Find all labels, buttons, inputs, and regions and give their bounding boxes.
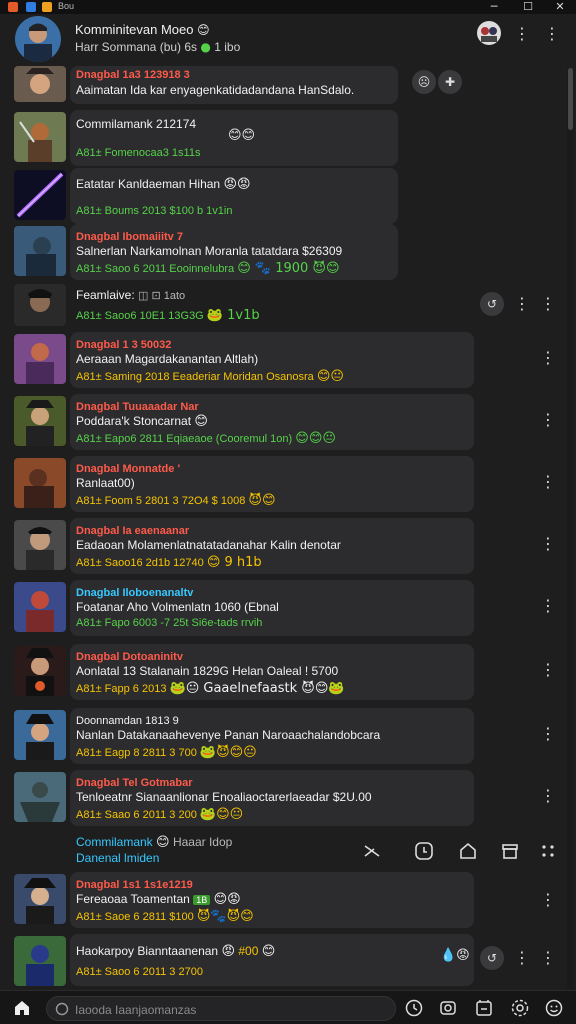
clock-icon[interactable] xyxy=(414,841,434,861)
more-options-icon[interactable]: ⋮ xyxy=(540,536,556,552)
app-icon[interactable] xyxy=(42,2,52,12)
message-thumbnail xyxy=(14,646,66,696)
message-thumbnail xyxy=(14,334,66,384)
message-row[interactable]: Commilamank 212174 A81± Fomenocaa3 1s11s… xyxy=(0,110,576,166)
cut-icon[interactable] xyxy=(362,841,382,861)
message-bubble[interactable]: Dnagbal Tel Gotmabar Tenloeatnr Sianaanl… xyxy=(70,770,474,826)
message-bubble[interactable]: Commilamank 212174 A81± Fomenocaa3 1s11s… xyxy=(70,110,398,166)
message-thumbnail xyxy=(14,284,66,326)
message-thumbnail xyxy=(14,170,66,220)
message-bubble[interactable]: Doonnamdan 1813 9 Nanlan Datakanaaheveny… xyxy=(70,708,474,764)
archive-icon[interactable] xyxy=(500,841,520,861)
message-bubble[interactable]: Dnagbal Monnatde ' Ranlaat00) A81± Foom … xyxy=(70,456,474,512)
message-bubble[interactable]: Dnagbal 1s1 1s1e1219 Fereaoaa Toamentan … xyxy=(70,872,474,928)
message-bubble[interactable]: Dnagbal Iloboenanaltv Foatanar Aho Volme… xyxy=(70,580,474,636)
message-thumbnail xyxy=(14,112,66,162)
message-row[interactable]: Dnagbal 1a3 123918 3 Aaimatan Ida kar en… xyxy=(0,66,576,106)
bottom-bar: Iaooda Iaanjaomanzas xyxy=(0,990,576,1024)
message-row[interactable]: Dnagbal Ia eaenaanar Eadaoan Molamenlatn… xyxy=(0,518,576,574)
message-bubble[interactable]: Dnagbal 1a3 123918 3 Aaimatan Ida kar en… xyxy=(70,66,398,104)
minimize-icon[interactable]: ─ xyxy=(482,0,506,14)
message-row[interactable]: Dnagbal 1 3 50032 Aeraaan Magardakananta… xyxy=(0,332,576,388)
toolbar-subtitle: Danenal lmiden xyxy=(76,851,160,865)
more-options-icon[interactable]: ⋮ xyxy=(540,892,556,908)
message-thumbnail xyxy=(14,710,66,760)
camera-icon[interactable] xyxy=(438,998,458,1018)
message-row[interactable]: Doonnamdan 1813 9 Nanlan Datakanaaheveny… xyxy=(0,708,576,764)
more-options-icon[interactable]: ⋮ xyxy=(540,598,556,614)
scrollbar-thumb[interactable] xyxy=(568,68,573,130)
more-options-icon[interactable]: ⋮ xyxy=(514,950,530,966)
message-bubble[interactable]: Dnagbal Ia eaenaanar Eadaoan Molamenlatn… xyxy=(70,518,474,574)
message-thumbnail xyxy=(14,520,66,570)
more-options-icon[interactable]: ⋮ xyxy=(540,474,556,490)
emoji-reaction[interactable]: 😊😊 xyxy=(228,128,255,143)
more-options-icon[interactable]: ⋮ xyxy=(514,26,530,42)
avatar[interactable] xyxy=(15,16,61,62)
chat-subtitle: Harr Sommana (bu) 6s ● 1 ibo xyxy=(75,40,241,54)
menu-icon[interactable]: ⋮ xyxy=(544,26,560,42)
chat-title: Komminitevan Moeo 😊 xyxy=(75,22,210,37)
more-options-icon[interactable]: ⋮ xyxy=(540,350,556,366)
message-row[interactable]: Dnagbal Iloboenanaltv Foatanar Aho Volme… xyxy=(0,580,576,636)
menu-icon[interactable]: ⋮ xyxy=(540,950,556,966)
emoji-reaction[interactable]: 💧😡 xyxy=(440,948,470,963)
message-thumbnail xyxy=(14,874,66,924)
app-icon[interactable] xyxy=(26,2,36,12)
message-bubble[interactable]: Dnagbal Ibomaiiitv 7 Salnerlan Narkamoln… xyxy=(70,224,398,280)
message-row[interactable]: Dnagbal Monnatde ' Ranlaat00) A81± Foom … xyxy=(0,456,576,512)
message-row[interactable]: Dnagbal Tuuaaadar Nar Poddara'k Stoncarn… xyxy=(0,394,576,450)
app-icon[interactable] xyxy=(8,2,18,12)
message-thumbnail xyxy=(14,458,66,508)
maximize-icon[interactable]: ☐ xyxy=(516,0,540,14)
emoji-icon[interactable] xyxy=(544,998,564,1018)
more-options-icon[interactable]: ⋮ xyxy=(540,726,556,742)
message-bubble[interactable]: Dnagbal Dotoaninitv Aonlatal 13 Stalanai… xyxy=(70,644,474,700)
message-thumbnail xyxy=(14,582,66,632)
message-thumbnail xyxy=(14,396,66,446)
group-avatar-icon[interactable] xyxy=(476,20,502,46)
more-options-icon[interactable]: ⋮ xyxy=(540,662,556,678)
message-bubble[interactable]: Dnagbal Tuuaaadar Nar Poddara'k Stoncarn… xyxy=(70,394,474,450)
message-thumbnail xyxy=(14,936,66,986)
reply-icon[interactable]: ↺ xyxy=(480,292,504,316)
message-bubble[interactable]: Dnagbal 1 3 50032 Aeraaan Magardakananta… xyxy=(70,332,474,388)
chat-header: Komminitevan Moeo 😊 Harr Sommana (bu) 6s… xyxy=(0,14,576,66)
search-icon xyxy=(55,1002,69,1016)
message-row[interactable]: Eatatar Kanldaeman Hihan 😡😡 A81± Boums 2… xyxy=(0,168,576,224)
more-options-icon[interactable]: ⋮ xyxy=(540,412,556,428)
reply-icon[interactable]: ↺ xyxy=(480,946,504,970)
message-thumbnail xyxy=(14,226,66,276)
message-bubble[interactable]: Eatatar Kanldaeman Hihan 😡😡 A81± Boums 2… xyxy=(70,168,398,224)
message-row[interactable]: Dnagbal Dotoaninitv Aonlatal 13 Stalanai… xyxy=(0,644,576,700)
reaction-icon[interactable]: ☹ xyxy=(412,70,436,94)
clock-icon[interactable] xyxy=(404,998,424,1018)
action-toolbar: Commilamank 😊 Haaar Idop Danenal lmiden xyxy=(0,831,576,871)
menu-icon[interactable]: ⋮ xyxy=(540,296,556,312)
message-row[interactable]: Dnagbal 1s1 1s1e1219 Fereaoaa Toamentan … xyxy=(0,872,576,930)
message-row[interactable]: Dnagbal Tel Gotmabar Tenloeatnr Sianaanl… xyxy=(0,770,576,826)
home-icon[interactable] xyxy=(12,998,32,1018)
grid-icon[interactable] xyxy=(538,841,558,861)
message-bubble[interactable]: Haokarpoy Bianntaanenan 😡 #00 😊 A81± Sao… xyxy=(70,934,474,986)
message-thumbnail xyxy=(14,66,66,102)
message-row[interactable]: Haokarpoy Bianntaanenan 😡 #00 😊 A81± Sao… xyxy=(0,934,576,988)
window-title: Bou xyxy=(58,1,75,11)
window-titlebar: Bou ─ ☐ ✕ xyxy=(0,0,576,14)
message-row[interactable]: Feamlaive: ◫ ⊡ 1ato A81± Saoo6 10E1 13G3… xyxy=(0,282,576,330)
more-options-icon[interactable]: ⋮ xyxy=(540,788,556,804)
add-reaction-icon[interactable]: ✚ xyxy=(438,70,462,94)
scrollbar[interactable] xyxy=(567,68,574,990)
settings-icon[interactable] xyxy=(510,998,530,1018)
home-icon[interactable] xyxy=(458,841,478,861)
search-input[interactable]: Iaooda Iaanjaomanzas xyxy=(46,996,396,1021)
close-icon[interactable]: ✕ xyxy=(548,0,572,14)
gallery-icon[interactable] xyxy=(474,998,494,1018)
message-row[interactable]: Dnagbal Ibomaiiitv 7 Salnerlan Narkamoln… xyxy=(0,224,576,280)
message-thumbnail xyxy=(14,772,66,822)
more-options-icon[interactable]: ⋮ xyxy=(514,296,530,312)
